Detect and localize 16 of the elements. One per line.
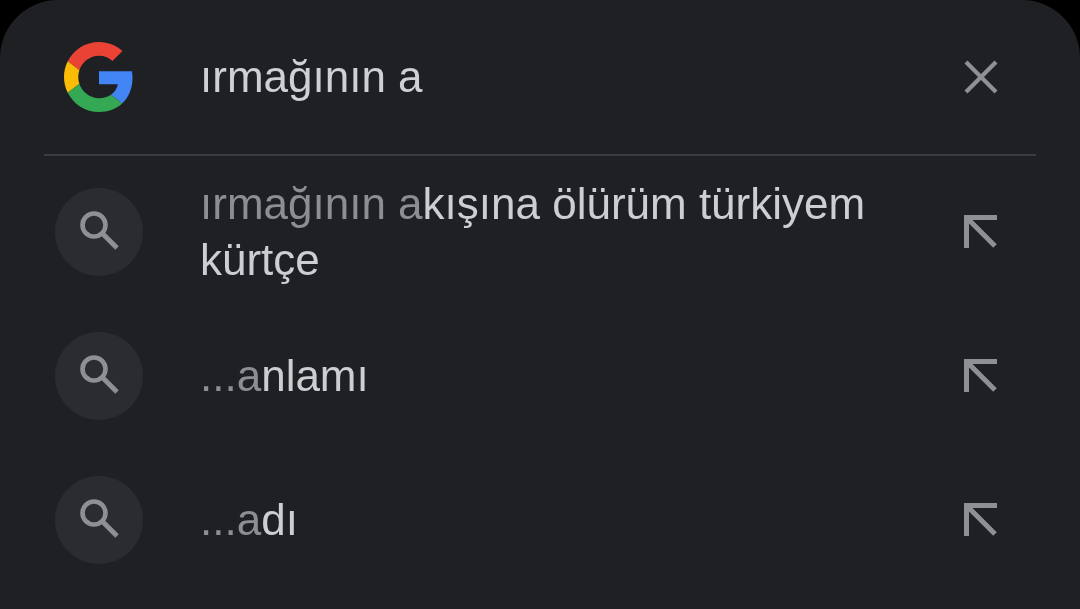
search-icon: [55, 476, 143, 564]
g-logo-icon: [64, 41, 134, 113]
insert-suggestion-button[interactable]: [964, 215, 998, 249]
search-input[interactable]: ırmağının a: [200, 49, 923, 105]
arrow-up-left-icon: [964, 359, 998, 393]
insert-suggestion-button[interactable]: [964, 359, 998, 393]
suggestion-text[interactable]: ...adı: [200, 492, 298, 548]
search-icon: [55, 332, 143, 420]
arrow-up-left-icon: [964, 503, 998, 537]
suggestion-text[interactable]: ırmağının akışına ölürüm türkiyem kürtçe: [200, 176, 920, 288]
close-icon: [963, 59, 999, 95]
suggestion-text[interactable]: ...anlamı: [200, 348, 369, 404]
clear-button[interactable]: [963, 59, 999, 95]
insert-suggestion-button[interactable]: [964, 503, 998, 537]
search-icon: [55, 188, 143, 276]
arrow-up-left-icon: [964, 215, 998, 249]
